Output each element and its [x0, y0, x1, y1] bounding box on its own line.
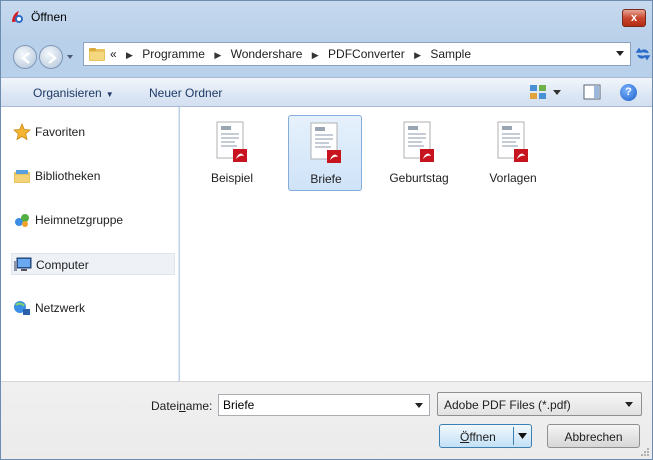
file-type-select[interactable]: Adobe PDF Files (*.pdf) [437, 392, 642, 416]
file-name: Vorlagen [489, 171, 537, 185]
computer-icon [14, 257, 32, 271]
chevron-down-icon: ▼ [105, 90, 114, 99]
file-item-vorlagen[interactable]: Vorlagen [476, 115, 550, 191]
refresh-button[interactable] [635, 46, 651, 62]
recent-pages-dropdown[interactable] [65, 52, 75, 62]
filename-label-part: ame: [185, 399, 213, 413]
address-row: « ▶ Programme ▶ Wondershare ▶ PDFConvert… [1, 39, 652, 73]
homegroup-icon [15, 214, 29, 227]
forward-button[interactable] [39, 45, 63, 69]
open-label-rest: ffnen [469, 430, 496, 444]
view-options-icon[interactable] [529, 84, 547, 100]
help-button[interactable]: ? [620, 84, 637, 101]
split-divider [513, 427, 514, 445]
help-icon: ? [620, 84, 637, 101]
open-label-accel: Ö [460, 430, 470, 444]
file-item-briefe[interactable]: Briefe [288, 115, 362, 191]
close-icon: x [630, 12, 638, 24]
nav-item-label: Netzwerk [35, 301, 86, 315]
preview-pane-icon[interactable] [583, 84, 601, 100]
chevron-down-icon[interactable] [415, 403, 423, 409]
star-icon [13, 123, 31, 141]
close-button[interactable]: x [622, 9, 646, 27]
nav-item-homegroup[interactable]: Heimnetzgruppe [13, 209, 177, 231]
breadcrumb-overflow[interactable]: « [110, 47, 117, 61]
breadcrumb-item[interactable]: PDFConverter [328, 47, 405, 61]
app-icon [12, 11, 23, 23]
open-label: Öffnen [460, 430, 496, 444]
nav-item-computer[interactable]: Computer [11, 253, 175, 275]
file-list[interactable]: Beispiel Briefe Geburtstag Vorlagen [180, 107, 652, 381]
chevron-right-icon[interactable]: ▶ [214, 50, 221, 61]
pdf-file-icon [216, 121, 247, 162]
chevron-right-icon[interactable]: ▶ [312, 50, 319, 61]
resize-grip-icon[interactable] [640, 447, 650, 457]
chevron-right-icon[interactable]: ▶ [414, 50, 421, 61]
window-title: Öffnen [31, 10, 67, 24]
filename-input[interactable] [223, 397, 411, 413]
file-type-value: Adobe PDF Files (*.pdf) [444, 398, 571, 412]
chevron-down-icon [625, 402, 633, 407]
back-button[interactable] [13, 45, 37, 69]
organize-label: Organisieren [33, 86, 102, 100]
breadcrumb-item[interactable]: Wondershare [231, 47, 303, 61]
nav-item-libraries[interactable]: Bibliotheken [13, 165, 177, 187]
library-icon [14, 170, 30, 183]
cancel-label: Abbrechen [564, 430, 623, 444]
navigation-pane: Favoriten Bibliotheken Heimnetzgruppe Co… [1, 107, 179, 381]
chevron-right-icon[interactable]: ▶ [126, 50, 133, 61]
chevron-down-icon[interactable] [518, 433, 527, 440]
arrow-left-icon [21, 52, 30, 64]
filename-label: Dateiname: [151, 399, 212, 413]
nav-item-label: Favoriten [35, 125, 86, 139]
title-bar[interactable]: Öffnen x [1, 1, 652, 31]
filename-combobox[interactable] [218, 394, 430, 416]
filename-label-accel: n [179, 399, 186, 413]
pdf-file-icon [403, 121, 434, 162]
dialog-footer: Dateiname: Adobe PDF Files (*.pdf) Öffne… [1, 381, 652, 459]
address-bar[interactable]: « ▶ Programme ▶ Wondershare ▶ PDFConvert… [83, 42, 631, 66]
file-item-geburtstag[interactable]: Geburtstag [382, 115, 456, 191]
arrow-right-icon [48, 52, 57, 64]
nav-item-network[interactable]: Netzwerk [13, 297, 177, 319]
nav-item-label: Computer [36, 258, 89, 272]
network-icon [14, 301, 30, 315]
nav-item-favorites[interactable]: Favoriten [13, 121, 177, 143]
folder-icon [89, 48, 105, 61]
breadcrumb: « ▶ Programme ▶ Wondershare ▶ PDFConvert… [110, 47, 471, 61]
cancel-button[interactable]: Abbrechen [547, 424, 640, 448]
breadcrumb-item[interactable]: Sample [430, 47, 471, 61]
filename-label-part: Datei [151, 399, 180, 413]
file-name: Geburtstag [389, 171, 449, 185]
chevron-down-icon[interactable] [616, 51, 624, 57]
nav-item-label: Bibliotheken [35, 169, 101, 183]
new-folder-label: Neuer Ordner [149, 86, 223, 100]
file-item-beispiel[interactable]: Beispiel [195, 115, 269, 191]
pdf-file-icon [310, 122, 341, 163]
command-bar: Organisieren ▼ Neuer Ordner ? [1, 77, 652, 107]
nav-item-label: Heimnetzgruppe [35, 213, 124, 227]
file-name: Briefe [310, 172, 342, 186]
open-button[interactable]: Öffnen [439, 424, 532, 448]
new-folder-button[interactable]: Neuer Ordner [149, 86, 222, 100]
organize-button[interactable]: Organisieren ▼ [33, 86, 114, 100]
pdf-file-icon [497, 121, 528, 162]
refresh-icon [635, 47, 651, 61]
file-name: Beispiel [210, 171, 254, 185]
open-dialog: Öffnen x « ▶ Programme ▶ Wondershare ▶ P… [0, 0, 653, 460]
breadcrumb-item[interactable]: Programme [142, 47, 205, 61]
chevron-down-icon[interactable] [553, 90, 561, 96]
